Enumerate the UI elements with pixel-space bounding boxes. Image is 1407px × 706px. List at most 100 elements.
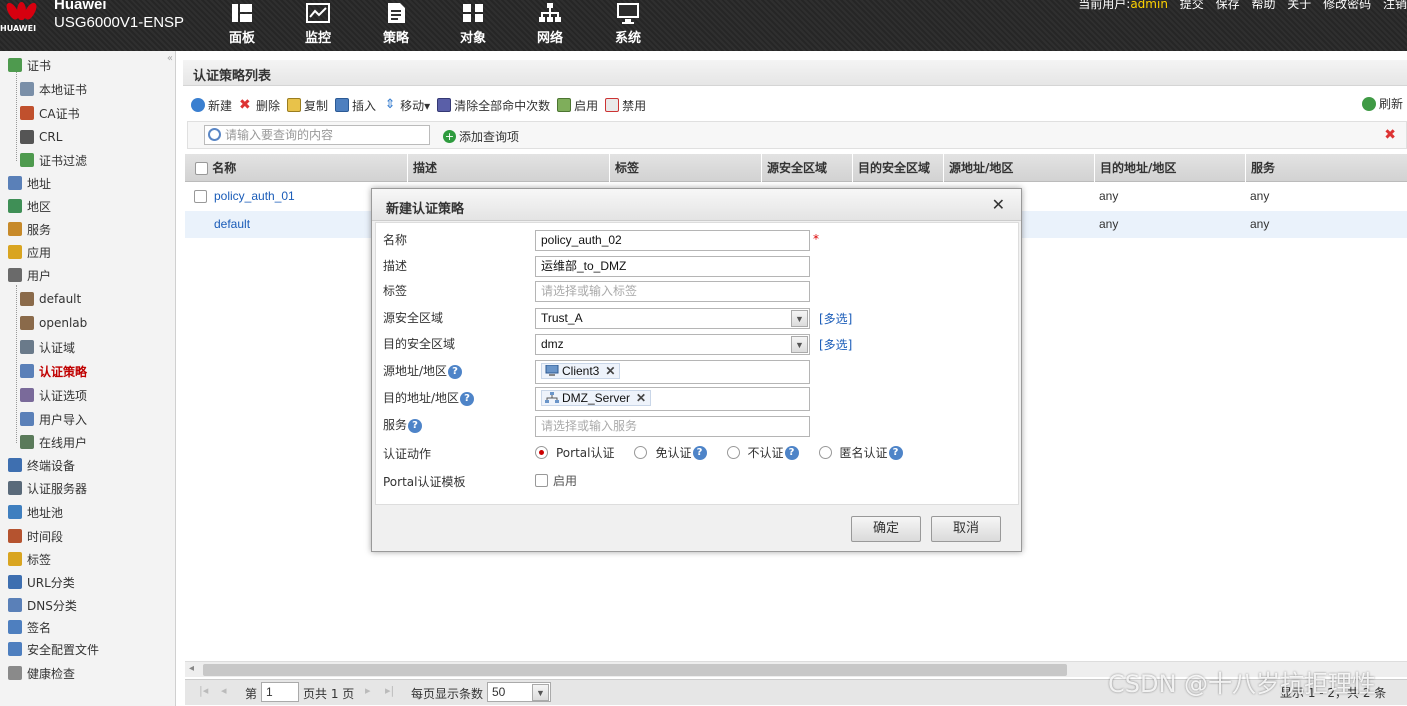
sidebar-item-certificate[interactable]: 证书 [8, 54, 51, 76]
sidebar-item-url-category[interactable]: URL分类 [8, 571, 75, 593]
service-input[interactable]: 请选择或输入服务 [535, 416, 810, 437]
page-number-input[interactable]: 1 [261, 682, 299, 702]
radio-anonymous-auth[interactable]: 匿名认证? [818, 444, 903, 461]
name-input[interactable]: policy_auth_02 [535, 230, 810, 251]
sidebar-item-signature[interactable]: 签名 [8, 616, 51, 638]
submit-link[interactable]: 提交 [1180, 0, 1204, 11]
nav-object[interactable]: 对象 [443, 0, 503, 51]
add-query-button[interactable]: + 添加查询项 [443, 128, 519, 145]
ok-button[interactable]: 确定 [851, 516, 921, 542]
nav-monitor[interactable]: 监控 [288, 0, 348, 51]
sidebar-item-user-import[interactable]: 用户导入 [20, 408, 87, 430]
help-icon[interactable]: ? [408, 418, 423, 433]
help-link[interactable]: 帮助 [1251, 0, 1275, 11]
last-page-icon[interactable]: ▸| [385, 684, 394, 697]
copy-button[interactable]: 复制 [287, 97, 328, 114]
sidebar-item-user-group[interactable]: openlab [20, 312, 87, 334]
cancel-button[interactable]: 取消 [931, 516, 1001, 542]
tag-input[interactable]: 请选择或输入标签 [535, 281, 810, 302]
close-search-icon[interactable]: ✖ [1384, 127, 1396, 143]
column-name[interactable]: 名称 [185, 154, 407, 182]
scrollbar-thumb[interactable] [203, 664, 1067, 676]
sidebar-item-health-check[interactable]: 健康检查 [8, 662, 75, 684]
nav-policy[interactable]: 策略 [366, 0, 426, 51]
src-zone-select[interactable]: Trust_A ▼ [535, 308, 810, 329]
scroll-left-icon[interactable]: ◂ [189, 663, 194, 674]
close-icon[interactable]: ✕ [992, 195, 1005, 214]
next-page-icon[interactable]: ▸ [365, 684, 371, 697]
sidebar-item-ca-certificate[interactable]: CA证书 [20, 102, 80, 124]
help-icon[interactable]: ? [692, 445, 707, 460]
prev-page-icon[interactable]: ◂ [221, 684, 227, 697]
logout-link[interactable]: 注销 [1383, 0, 1407, 11]
enable-button[interactable]: 启用 [557, 97, 598, 114]
column-dst-zone[interactable]: 目的安全区域 [852, 154, 943, 182]
src-zone-multi-select-link[interactable]: [多选] [819, 310, 852, 327]
remove-tag-icon[interactable]: ✕ [636, 391, 646, 405]
sidebar-item-address[interactable]: 地址 [8, 172, 51, 194]
row-checkbox[interactable] [189, 183, 207, 210]
change-password-link[interactable]: 修改密码 [1323, 0, 1371, 11]
delete-button[interactable]: ✖ 删除 [239, 97, 280, 114]
column-dst-addr[interactable]: 目的地址/地区 [1094, 154, 1245, 182]
sidebar-item-application[interactable]: 应用 [8, 241, 51, 263]
sidebar-item-online-user[interactable]: 在线用户 [20, 431, 87, 453]
dst-zone-select[interactable]: dmz ▼ [535, 334, 810, 355]
nav-dashboard[interactable]: 面板 [212, 0, 272, 51]
about-link[interactable]: 关于 [1287, 0, 1311, 11]
help-icon[interactable]: ? [460, 391, 475, 406]
refresh-button[interactable]: 刷新 [1361, 95, 1403, 112]
column-src-zone[interactable]: 源安全区域 [761, 154, 852, 182]
sidebar-item-local-certificate[interactable]: 本地证书 [20, 78, 87, 100]
clear-hits-button[interactable]: 清除全部命中次数 [437, 97, 550, 114]
first-page-icon[interactable]: |◂ [199, 684, 208, 697]
search-input[interactable]: 请输入要查询的内容 [204, 125, 430, 145]
nav-network[interactable]: 网络 [520, 0, 580, 51]
sidebar-item-region[interactable]: 地区 [8, 195, 51, 217]
insert-button[interactable]: 插入 [335, 97, 376, 114]
sidebar-item-crl[interactable]: CRL [20, 126, 62, 148]
sidebar-item-auth-domain[interactable]: 认证域 [20, 336, 75, 358]
remove-tag-icon[interactable]: ✕ [605, 364, 615, 378]
policy-name-link[interactable]: policy_auth_01 [209, 183, 295, 210]
description-input[interactable]: 运维部_to_DMZ [535, 256, 810, 277]
sidebar-item-address-pool[interactable]: 地址池 [8, 501, 63, 523]
src-addr-input[interactable]: Client3 ✕ [535, 360, 810, 384]
column-src-addr[interactable]: 源地址/地区 [943, 154, 1094, 182]
disable-button[interactable]: 禁用 [605, 97, 646, 114]
radio-no-auth-required[interactable]: 免认证? [634, 444, 707, 461]
move-button[interactable]: ⇕ 移动▾ [383, 97, 430, 114]
help-icon[interactable]: ? [784, 445, 799, 460]
help-icon[interactable]: ? [888, 445, 903, 460]
help-icon[interactable]: ? [448, 364, 463, 379]
sidebar-item-user-group[interactable]: default [20, 288, 81, 310]
sidebar-item-certificate-filter[interactable]: 证书过滤 [20, 149, 87, 171]
select-all-checkbox[interactable] [195, 162, 208, 175]
sidebar-item-auth-policy[interactable]: 认证策略 [20, 360, 87, 382]
column-tag[interactable]: 标签 [609, 154, 761, 182]
radio-no-auth[interactable]: 不认证? [726, 444, 799, 461]
nav-system[interactable]: 系统 [598, 0, 658, 51]
sidebar-item-terminal-device[interactable]: 终端设备 [8, 454, 75, 476]
enable-checkbox[interactable] [535, 474, 548, 487]
sidebar-item-service[interactable]: 服务 [8, 218, 51, 240]
column-description[interactable]: 描述 [407, 154, 609, 182]
sidebar-item-auth-option[interactable]: 认证选项 [20, 384, 87, 406]
column-service[interactable]: 服务 [1245, 154, 1397, 182]
sidebar-item-time-range[interactable]: 时间段 [8, 525, 63, 547]
chevron-down-icon[interactable]: ▼ [791, 310, 808, 327]
sidebar-item-auth-server[interactable]: 认证服务器 [8, 477, 87, 499]
chevron-down-icon[interactable]: ▼ [791, 336, 808, 353]
policy-name-link[interactable]: default [209, 211, 250, 238]
sidebar-item-user[interactable]: 用户 [8, 264, 51, 286]
save-link[interactable]: 保存 [1216, 0, 1240, 11]
per-page-select[interactable]: 50 ▼ [487, 682, 551, 702]
sidebar-item-dns-category[interactable]: DNS分类 [8, 594, 77, 616]
new-button[interactable]: 新建 [191, 97, 232, 114]
radio-portal-auth[interactable]: Portal认证 [535, 444, 614, 461]
collapse-sidebar-icon[interactable]: « [167, 53, 173, 64]
portal-template-enable[interactable]: 启用 [535, 472, 577, 489]
dst-zone-multi-select-link[interactable]: [多选] [819, 336, 852, 353]
sidebar-item-tag[interactable]: 标签 [8, 548, 51, 570]
dst-addr-input[interactable]: DMZ_Server ✕ [535, 387, 810, 411]
